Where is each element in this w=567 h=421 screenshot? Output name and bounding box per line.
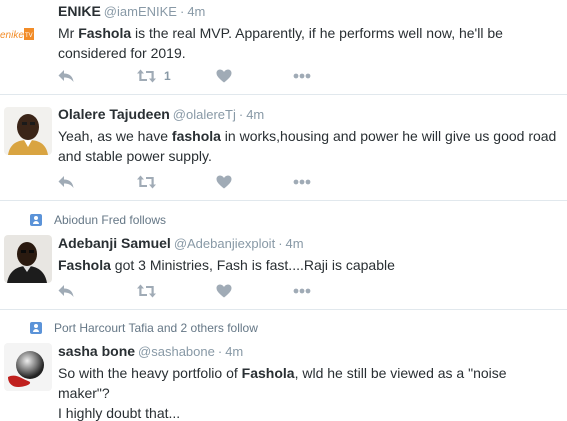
- reply-button[interactable]: [58, 67, 74, 85]
- like-button[interactable]: [216, 67, 232, 85]
- avatar-enike[interactable]: enike TV: [0, 12, 34, 52]
- dot-separator: ·: [238, 107, 244, 122]
- tweet-text: Yeah, as we have fashola in works,housin…: [58, 128, 557, 164]
- more-button[interactable]: [293, 282, 311, 300]
- follow-context-text[interactable]: Abiodun Fred follows: [54, 213, 166, 227]
- timestamp[interactable]: 4m: [246, 107, 264, 122]
- search-highlight[interactable]: Fashola: [58, 257, 111, 273]
- search-highlight[interactable]: fashola: [172, 128, 221, 144]
- more-icon: [293, 288, 311, 294]
- tweet-text-line2: I highly doubt that...: [58, 405, 181, 421]
- username[interactable]: @sashabone: [138, 344, 215, 359]
- reply-icon: [58, 70, 74, 82]
- tweet-header: sasha bone @sashabone · 4m: [58, 342, 559, 361]
- avatar-adebanji[interactable]: [4, 235, 52, 283]
- tweet-actions: 1: [58, 67, 358, 85]
- follow-context: Abiodun Fred follows: [30, 212, 166, 228]
- search-highlight[interactable]: Fashola: [242, 365, 295, 381]
- dot-separator: ·: [179, 4, 185, 19]
- more-button[interactable]: [293, 173, 311, 191]
- tweet-header: ENIKE @iamENIKE · 4m: [58, 2, 559, 21]
- follow-context: Port Harcourt Tafia and 2 others follow: [30, 320, 258, 336]
- tweet-text: Mr Fashola is the real MVP. Apparently, …: [58, 25, 503, 61]
- retweet-icon: [137, 175, 156, 189]
- follow-context-icon: [30, 322, 42, 334]
- tweet-text: So with the heavy portfolio of Fashola, …: [58, 365, 507, 401]
- fullname[interactable]: sasha bone: [58, 343, 135, 359]
- more-icon: [293, 179, 311, 185]
- timestamp[interactable]: 4m: [187, 4, 205, 19]
- retweet-count: 1: [164, 69, 171, 83]
- more-icon: [293, 73, 311, 79]
- dot-separator: ·: [278, 236, 283, 251]
- fullname[interactable]: Adebanji Samuel: [58, 235, 171, 251]
- tweet-header: Adebanji Samuel @Adebanjiexploit · 4m: [58, 234, 559, 253]
- tweet-actions: [58, 173, 358, 191]
- like-button[interactable]: [216, 282, 232, 300]
- tweet-3[interactable]: Abiodun Fred follows Adebanji Samuel @Ade…: [0, 201, 567, 310]
- follow-context-text[interactable]: Port Harcourt Tafia and 2 others follow: [54, 321, 258, 335]
- username[interactable]: @olalereTj: [173, 107, 236, 122]
- like-button[interactable]: [216, 173, 232, 191]
- like-icon: [216, 284, 232, 298]
- search-highlight[interactable]: Fashola: [78, 25, 131, 41]
- avatar-logo-text: enike: [0, 30, 24, 41]
- tweet-1[interactable]: enike TV ENIKE @iamENIKE · 4m Mr Fashola is…: [0, 0, 567, 95]
- username[interactable]: @iamENIKE: [104, 4, 177, 19]
- dot-separator: ·: [217, 344, 223, 359]
- retweet-button[interactable]: [137, 173, 156, 191]
- reply-icon: [58, 176, 74, 188]
- timestamp[interactable]: 4m: [286, 236, 304, 251]
- tweet-2[interactable]: Olalere Tajudeen @olalereTj · 4m Yeah, as w…: [0, 95, 567, 201]
- like-icon: [216, 175, 232, 189]
- fullname[interactable]: ENIKE: [58, 3, 101, 19]
- retweet-icon: [137, 284, 156, 298]
- svg-text:TV: TV: [25, 33, 33, 39]
- fullname[interactable]: Olalere Tajudeen: [58, 106, 170, 122]
- reply-button[interactable]: [58, 282, 74, 300]
- retweet-button[interactable]: [137, 282, 156, 300]
- retweet-icon: [137, 69, 156, 83]
- retweet-button[interactable]: 1: [137, 67, 171, 85]
- username[interactable]: @Adebanjiexploit: [174, 236, 275, 251]
- like-icon: [216, 69, 232, 83]
- tweet-header: Olalere Tajudeen @olalereTj · 4m: [58, 105, 559, 124]
- tweet-text: Fashola got 3 Ministries, Fash is fast..…: [58, 257, 395, 273]
- reply-icon: [58, 285, 74, 297]
- avatar-olalere[interactable]: [4, 107, 52, 155]
- tweet-actions: [58, 282, 358, 300]
- avatar-sasha[interactable]: [4, 343, 52, 391]
- tweet-4[interactable]: Port Harcourt Tafia and 2 others follow …: [0, 310, 567, 421]
- more-button[interactable]: [293, 67, 311, 85]
- follow-context-icon: [30, 214, 42, 226]
- timestamp[interactable]: 4m: [225, 344, 243, 359]
- reply-button[interactable]: [58, 173, 74, 191]
